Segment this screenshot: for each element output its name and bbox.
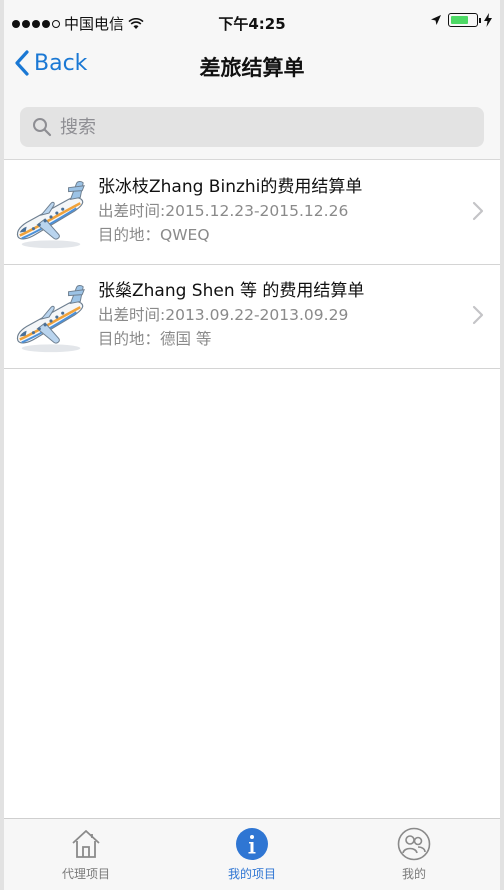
tab-proxy-projects[interactable]: 代理项目 — [16, 827, 156, 882]
navigation-bar: Back 差旅结算单 — [4, 44, 500, 90]
charging-bolt-icon — [484, 13, 492, 27]
chevron-right-icon — [472, 305, 484, 325]
app-screen: 中国电信 下午4:25 Back 差旅结算单 搜索 张冰枝Zhang Binzh… — [0, 0, 504, 890]
search-input[interactable] — [60, 116, 440, 138]
settlement-row[interactable]: 张冰枝Zhang Binzhi的费用结算单 出差时间:2015.12.23-20… — [4, 161, 500, 265]
settlement-text: 张冰枝Zhang Binzhi的费用结算单 出差时间:2015.12.23-20… — [98, 175, 460, 247]
users-icon — [397, 827, 431, 861]
settlement-list: 张冰枝Zhang Binzhi的费用结算单 出差时间:2015.12.23-20… — [4, 161, 500, 369]
search-icon — [33, 118, 52, 137]
tab-mine[interactable]: 我的 — [344, 827, 484, 882]
settlement-dates: 出差时间:2015.12.23-2015.12.26 — [98, 202, 349, 220]
settlement-title: 张冰枝Zhang Binzhi的费用结算单 — [98, 177, 363, 197]
battery-icon — [448, 13, 481, 27]
home-icon — [72, 830, 100, 858]
status-time: 下午4:25 — [218, 15, 286, 33]
settlement-text: 张燊Zhang Shen 等 的费用结算单 出差时间:2013.09.22-20… — [98, 279, 460, 351]
back-button-label: Back — [34, 50, 88, 76]
chevron-left-icon — [15, 50, 29, 76]
location-arrow-icon — [431, 15, 441, 25]
tab-bar: 代理项目 我的项目 我的 — [4, 818, 500, 890]
settlement-row[interactable]: 张燊Zhang Shen 等 的费用结算单 出差时间:2013.09.22-20… — [4, 265, 500, 369]
settlement-destination: 目的地：QWEQ — [98, 226, 210, 244]
settlement-dates: 出差时间:2013.09.22-2013.09.29 — [98, 306, 349, 324]
airplane-icon — [16, 284, 85, 353]
search-bar[interactable] — [20, 107, 484, 147]
tab-label: 代理项目 — [61, 867, 110, 881]
status-right — [430, 13, 492, 27]
airplane-icon — [16, 180, 85, 249]
info-icon — [236, 828, 268, 860]
tab-label: 我的 — [401, 867, 426, 881]
chevron-right-icon — [472, 201, 484, 221]
tab-label: 我的项目 — [227, 867, 276, 881]
status-bar: 中国电信 下午4:25 — [4, 0, 500, 44]
settlement-title: 张燊Zhang Shen 等 的费用结算单 — [98, 281, 365, 301]
search-area — [4, 90, 500, 160]
tab-my-projects[interactable]: 我的项目 — [182, 827, 322, 882]
settlement-destination: 目的地：德国 等 — [98, 330, 212, 348]
back-button[interactable]: Back — [14, 50, 87, 76]
